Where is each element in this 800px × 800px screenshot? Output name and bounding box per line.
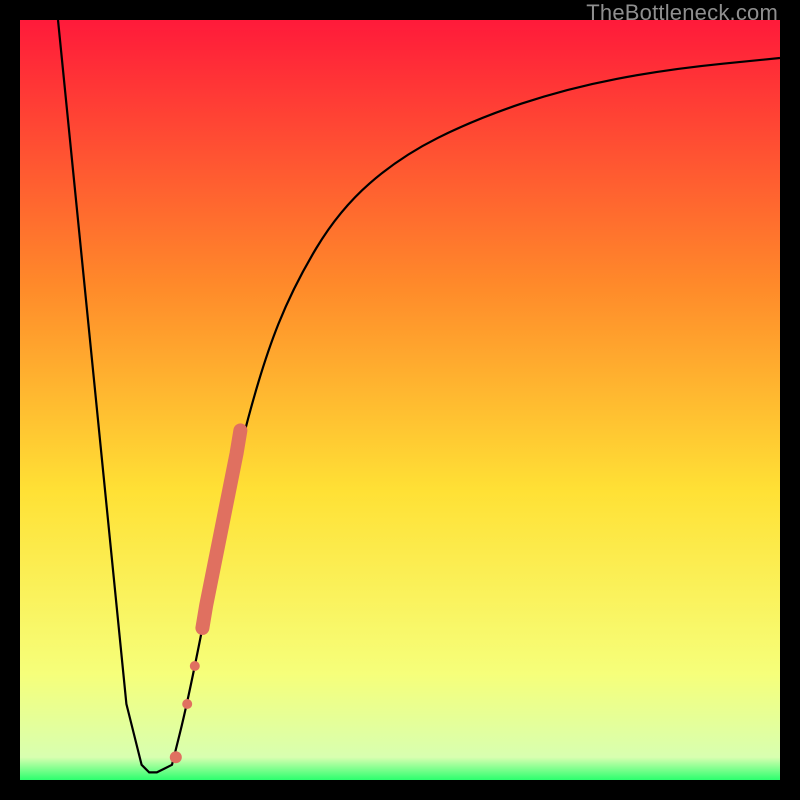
marker-dot	[190, 661, 200, 671]
chart-svg	[20, 20, 780, 780]
marker-dot	[182, 699, 192, 709]
watermark-text: TheBottleneck.com	[586, 0, 778, 26]
gradient-bg	[20, 20, 780, 780]
chart-frame	[20, 20, 780, 780]
marker-dot	[170, 751, 182, 763]
